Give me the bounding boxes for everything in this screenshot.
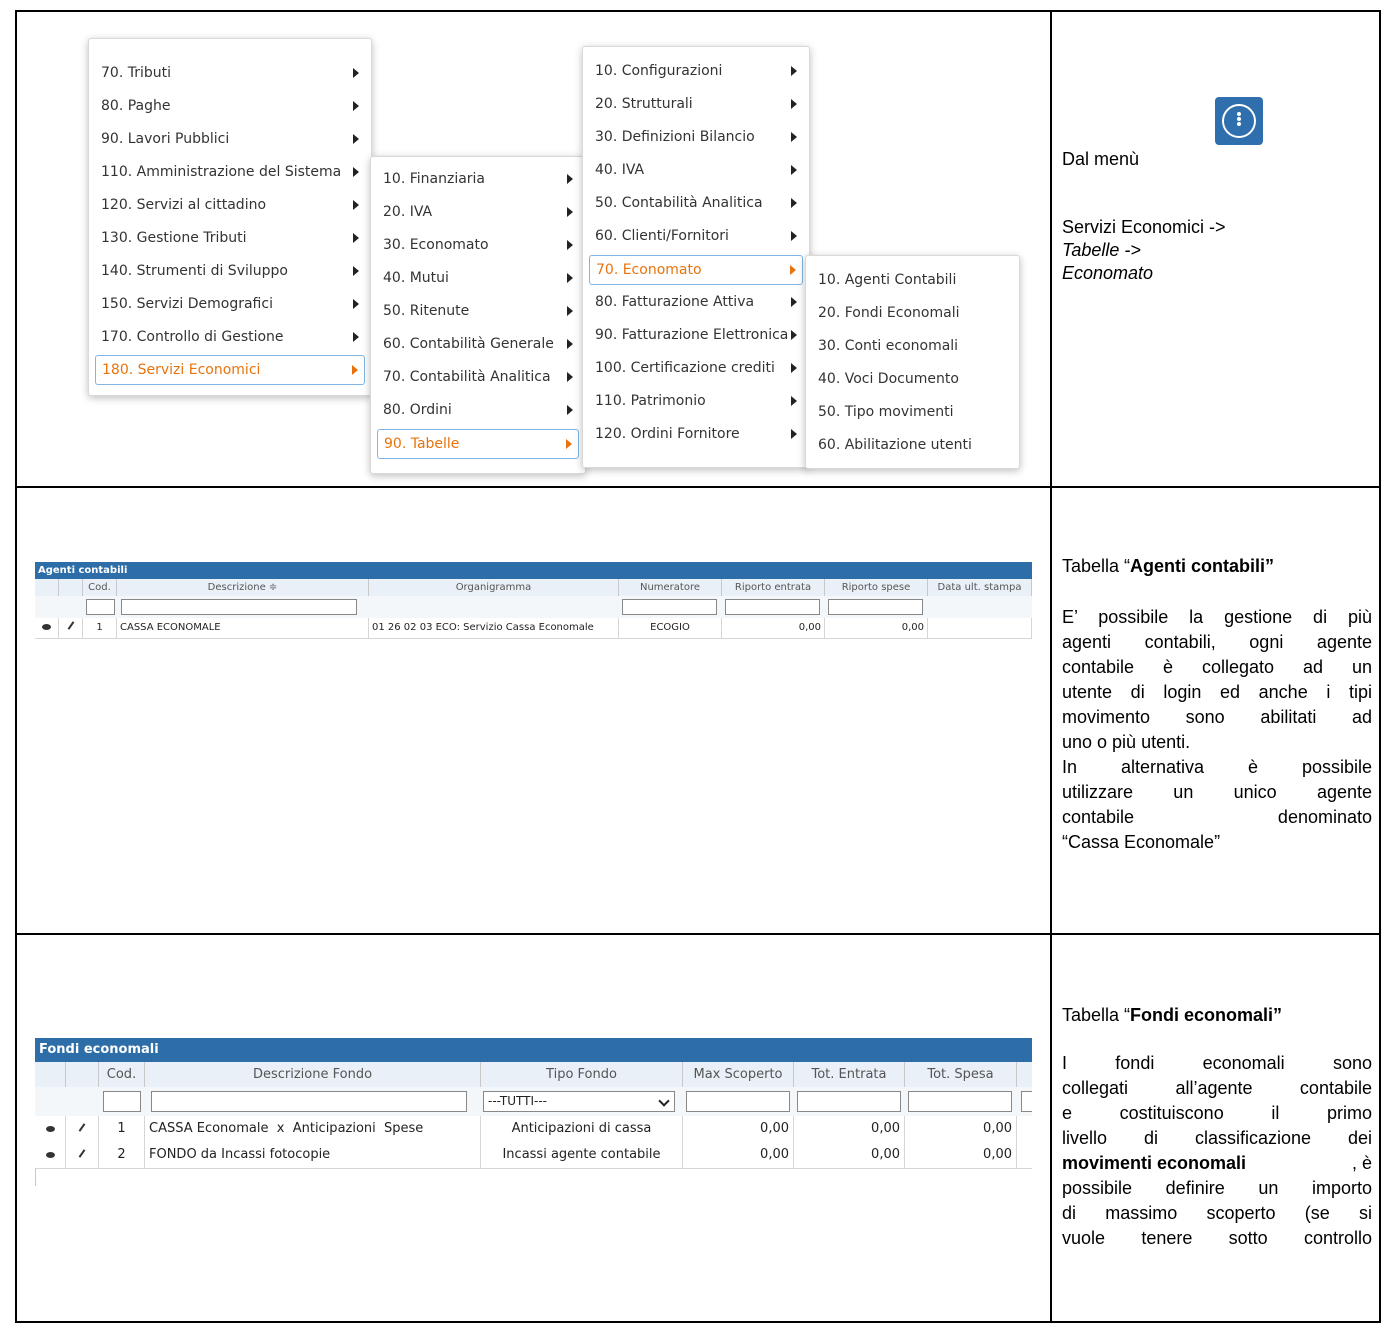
filter-max-scoperto-input[interactable] [686, 1091, 790, 1112]
menu-item-finanziaria[interactable]: 10. Finanziaria [377, 165, 579, 193]
menu-item-economato[interactable]: 30. Economato [377, 231, 579, 259]
agenti-grid-title: Agenti contabili [35, 562, 1032, 579]
fondi-description: I fondi economali sono collegati all’age… [1062, 1053, 1372, 1248]
menu-item-configurazioni[interactable]: 10. Configurazioni [589, 57, 803, 85]
menu-item-servizi-demografici[interactable]: 150. Servizi Demografici [95, 290, 365, 318]
menu-item-voci-documento[interactable]: 40. Voci Documento [812, 365, 1013, 393]
menu-item-strumenti-sviluppo[interactable]: 140. Strumenti di Sviluppo [95, 257, 365, 285]
menu-item-servizi-cittadino[interactable]: 120. Servizi al cittadino [95, 191, 365, 219]
menu-item-lavori-pubblici[interactable]: 90. Lavori Pubblici [95, 125, 365, 153]
menu-item-economato-3[interactable]: 70. Economato [589, 255, 803, 285]
menu-item-conti-economali[interactable]: 30. Conti economali [812, 332, 1013, 360]
view-icon[interactable] [35, 1142, 66, 1168]
table-row[interactable]: 1 CASSA ECONOMALE 01 26 02 03 ECO: Servi… [35, 618, 1032, 639]
col-tot-spesa[interactable]: Tot. Spesa [905, 1062, 1017, 1087]
menu-level3: 10. Configurazioni 20. Strutturali 30. D… [582, 46, 810, 468]
filter-descrizione-input[interactable] [151, 1091, 467, 1112]
filter-tipo-fondo-select[interactable]: ---TUTTI--- [483, 1091, 675, 1112]
col-cod[interactable]: Cod. [99, 1062, 145, 1087]
menu-item-certificazione-crediti[interactable]: 100. Certificazione crediti [589, 354, 803, 382]
col-riporto-entrata[interactable]: Riporto entrata [722, 579, 825, 596]
menu-item-tributi[interactable]: 70. Tributi [95, 59, 365, 87]
menu-item-iva-3[interactable]: 40. IVA [589, 156, 803, 184]
menu-item-contabilita-generale[interactable]: 60. Contabilità Generale [377, 330, 579, 358]
fondi-filter-row: ---TUTTI--- [35, 1087, 1032, 1117]
menu-item-fondi-economali[interactable]: 20. Fondi Economali [812, 299, 1013, 327]
agenti-section-title: Tabella “Agenti contabili” [1062, 556, 1275, 576]
edit-icon[interactable] [59, 618, 83, 638]
path-line-1: Servizi Economici -> [1062, 217, 1226, 237]
menu-level2: 10. Finanziaria 20. IVA 30. Economato 40… [370, 156, 586, 474]
menu-item-tipo-movimenti[interactable]: 50. Tipo movimenti [812, 398, 1013, 426]
agenti-description: E’ possibile la gestione di più agenti c… [1062, 607, 1372, 852]
dal-menu-text: Dal menù [1062, 149, 1140, 169]
fondi-grid: Fondi economali Cod. Descrizione Fondo T… [35, 1038, 1032, 1188]
menu-item-paghe[interactable]: 80. Paghe [95, 92, 365, 120]
menu-item-contabilita-analitica-3[interactable]: 50. Contabilità Analitica [589, 189, 803, 217]
menu-item-controllo-gestione[interactable]: 170. Controllo di Gestione [95, 323, 365, 351]
agenti-filter-row [35, 596, 1032, 619]
agenti-grid: Agenti contabili Cod. Descrizione ≑ Orga… [35, 562, 1032, 658]
menu-item-patrimonio[interactable]: 110. Patrimonio [589, 387, 803, 415]
col-numeratore[interactable]: Numeratore [619, 579, 722, 596]
menu-item-ordini[interactable]: 80. Ordini [377, 396, 579, 424]
menu-item-clienti-fornitori[interactable]: 60. Clienti/Fornitori [589, 222, 803, 250]
kebab-menu-icon [1215, 97, 1263, 145]
filter-cod-input[interactable] [103, 1091, 141, 1112]
menu-item-abilitazione-utenti[interactable]: 60. Abilitazione utenti [812, 431, 1013, 459]
menu-item-ordini-fornitore[interactable]: 120. Ordini Fornitore [589, 420, 803, 448]
col-max-scoperto[interactable]: Max Scoperto [683, 1062, 794, 1087]
menu-level4: 10. Agenti Contabili 20. Fondi Economali… [805, 255, 1020, 469]
table-row[interactable]: 1 CASSA Economale x Anticipazioni Spese … [35, 1116, 1032, 1143]
fondi-grid-title: Fondi economali [35, 1038, 1032, 1062]
menu-item-fatturazione-attiva[interactable]: 80. Fatturazione Attiva [589, 288, 803, 316]
filter-numeratore-input[interactable] [622, 599, 717, 615]
menu-item-gestione-tributi[interactable]: 130. Gestione Tributi [95, 224, 365, 252]
filter-tot-spesa-input[interactable] [908, 1091, 1012, 1112]
col-descrizione-fondo[interactable]: Descrizione Fondo [145, 1062, 481, 1087]
menu-item-definizioni-bilancio[interactable]: 30. Definizioni Bilancio [589, 123, 803, 151]
menu-item-fatturazione-elettronica[interactable]: 90. Fatturazione Elettronica [589, 321, 803, 349]
filter-descrizione-input[interactable] [121, 599, 357, 615]
col-tipo-fondo[interactable]: Tipo Fondo [481, 1062, 683, 1087]
path-line-3: Economato [1062, 263, 1154, 283]
view-icon[interactable] [35, 1116, 66, 1142]
col-descrizione[interactable]: Descrizione ≑ [117, 579, 369, 596]
chevron-down-icon [658, 1095, 670, 1107]
menu-item-servizi-economici[interactable]: 180. Servizi Economici [95, 355, 365, 385]
menu-item-ritenute[interactable]: 50. Ritenute [377, 297, 579, 325]
col-data-stampa[interactable]: Data ult. stampa [928, 579, 1032, 596]
col-cod[interactable]: Cod. [83, 579, 117, 596]
filter-riporto-entrata-input[interactable] [725, 599, 820, 615]
menu-item-tabelle[interactable]: 90. Tabelle [377, 429, 579, 459]
menu-item-amministrazione[interactable]: 110. Amministrazione del Sistema [95, 158, 365, 186]
menu-level1: 70. Tributi 80. Paghe 90. Lavori Pubblic… [88, 38, 372, 396]
col-riporto-spese[interactable]: Riporto spese [825, 579, 928, 596]
menu-item-strutturali[interactable]: 20. Strutturali [589, 90, 803, 118]
menu-item-mutui[interactable]: 40. Mutui [377, 264, 579, 292]
agenti-header: Cod. Descrizione ≑ Organigramma Numerato… [35, 579, 1032, 597]
filter-tot-entrata-input[interactable] [797, 1091, 901, 1112]
fondi-header: Cod. Descrizione Fondo Tipo Fondo Max Sc… [35, 1062, 1032, 1088]
filter-cod-input[interactable] [86, 599, 115, 615]
menu-item-contabilita-analitica[interactable]: 70. Contabilità Analitica [377, 363, 579, 391]
menu-item-iva[interactable]: 20. IVA [377, 198, 579, 226]
edit-icon[interactable] [66, 1142, 99, 1168]
doc-cell-r2-left [15, 486, 1052, 935]
fondi-section-title: Tabella “Fondi economali” [1062, 1005, 1283, 1025]
edit-icon[interactable] [66, 1116, 99, 1142]
col-organigramma[interactable]: Organigramma [369, 579, 619, 596]
filter-riporto-spese-input[interactable] [828, 599, 923, 615]
col-tot-entrata[interactable]: Tot. Entrata [794, 1062, 905, 1087]
path-line-2: Tabelle -> [1062, 240, 1141, 260]
table-row[interactable]: 2 FONDO da Incassi fotocopie Incassi age… [35, 1142, 1032, 1169]
cut-off-item [101, 33, 105, 49]
view-icon[interactable] [35, 618, 59, 638]
menu-item-agenti-contabili[interactable]: 10. Agenti Contabili [812, 266, 1013, 294]
